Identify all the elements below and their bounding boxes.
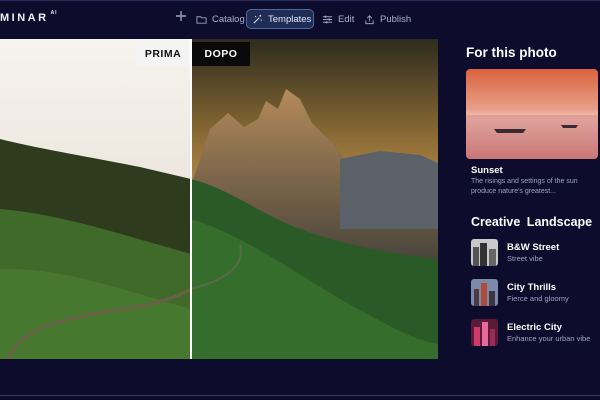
featured-template-name: Sunset bbox=[471, 165, 503, 176]
logo-text: MINAR bbox=[0, 12, 49, 24]
template-item[interactable]: B&W Street Street vibe bbox=[471, 239, 600, 267]
bottom-divider bbox=[0, 395, 600, 396]
section-title: Creative Landscape bbox=[471, 215, 593, 229]
add-button[interactable] bbox=[174, 10, 188, 24]
compare-divider-handle[interactable] bbox=[190, 39, 192, 359]
tab-publish-label: Publish bbox=[380, 13, 412, 25]
featured-template-thumbnail bbox=[466, 69, 598, 159]
template-thumbnail bbox=[471, 319, 498, 346]
template-subtitle: Fierce and gloomy bbox=[507, 294, 569, 303]
folder-icon bbox=[196, 15, 207, 24]
tab-edit[interactable]: Edit bbox=[322, 9, 354, 29]
photo-canvas[interactable]: PRIMA DOPO bbox=[0, 39, 438, 359]
before-image bbox=[0, 39, 191, 359]
after-image bbox=[191, 39, 438, 359]
template-subtitle: Street vibe bbox=[507, 254, 543, 263]
app-window: MINARAI Catalog Templates Edit Publish bbox=[0, 0, 600, 400]
template-name: Electric City bbox=[507, 322, 562, 333]
tab-templates[interactable]: Templates bbox=[246, 9, 314, 29]
templates-panel: For this photo Sunset The risings and se… bbox=[466, 1, 600, 361]
tab-edit-label: Edit bbox=[338, 13, 355, 25]
plus-icon bbox=[176, 11, 186, 21]
before-label: PRIMA bbox=[136, 42, 190, 66]
magic-wand-icon bbox=[253, 14, 262, 24]
template-name: B&W Street bbox=[507, 242, 560, 253]
tab-templates-label: Templates bbox=[268, 13, 312, 25]
app-logo: MINAR AI bbox=[0, 10, 58, 24]
tab-catalog[interactable]: Catalog bbox=[196, 9, 245, 29]
sliders-icon bbox=[322, 15, 333, 23]
template-name: City Thrills bbox=[507, 282, 557, 293]
template-thumbnail bbox=[471, 279, 498, 306]
template-subtitle: Enhance your urban vibe bbox=[507, 334, 591, 343]
template-thumbnail bbox=[471, 239, 498, 266]
upload-icon bbox=[365, 14, 374, 24]
tab-catalog-label: Catalog bbox=[212, 13, 245, 25]
tab-publish[interactable]: Publish bbox=[364, 9, 411, 29]
logo-suffix: AI bbox=[50, 10, 58, 17]
after-label: DOPO bbox=[192, 42, 250, 66]
template-item[interactable]: City Thrills Fierce and gloomy bbox=[471, 279, 600, 307]
panel-title: For this photo bbox=[466, 45, 557, 60]
featured-template-card[interactable] bbox=[466, 69, 598, 159]
template-item[interactable]: Electric City Enhance your urban vibe bbox=[471, 319, 600, 347]
featured-template-description: The risings and settings of the sun prod… bbox=[471, 178, 578, 195]
